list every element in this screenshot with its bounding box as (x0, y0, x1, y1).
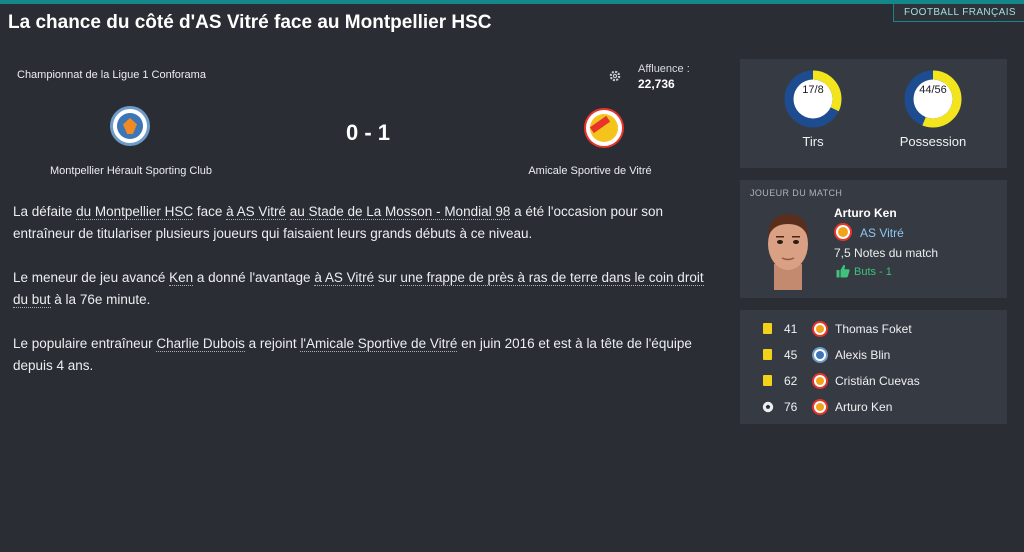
event-minute: 62 (784, 374, 798, 388)
event-player[interactable]: Alexis Blin (835, 348, 890, 362)
link-club[interactable]: l'Amicale Sportive de Vitré (300, 336, 458, 352)
section-tag[interactable]: FOOTBALL FRANÇAIS (892, 4, 1024, 22)
possession-value: 44/56 (919, 84, 947, 96)
text: La défaite (13, 204, 77, 219)
attendance-label: Affluence : (638, 63, 690, 75)
yellow-card-icon (763, 349, 772, 360)
rating-label: Notes du match (854, 246, 939, 260)
motm-title: JOUEUR DU MATCH (750, 188, 843, 198)
event-row[interactable]: 45 Alexis Blin (740, 344, 1007, 366)
event-row[interactable]: 62 Cristián Cuevas (740, 370, 1007, 392)
event-row[interactable]: 41 Thomas Foket (740, 318, 1007, 340)
home-team-name[interactable]: Montpellier Hérault Sporting Club (20, 165, 242, 177)
away-team-name[interactable]: Amicale Sportive de Vitré (500, 165, 680, 177)
report-paragraph: Le populaire entraîneur Charlie Dubois a… (13, 333, 719, 377)
shots-value: 17/8 (802, 84, 824, 96)
report-paragraph: Le meneur de jeu avancé Ken a donné l'av… (13, 267, 719, 311)
rating-value: 7,5 (834, 246, 851, 260)
home-team-crest-icon (812, 347, 828, 363)
text: Le meneur de jeu avancé (13, 270, 170, 285)
link-player-ken[interactable]: Ken (169, 270, 194, 286)
thumbs-up-icon (836, 264, 850, 278)
page-title: La chance du côté d'AS Vitré face au Mon… (8, 12, 492, 33)
text: Le populaire entraîneur (13, 336, 157, 351)
match-score: 0 - 1 (345, 120, 391, 145)
gear-icon[interactable] (609, 70, 621, 82)
top-accent-bar (0, 0, 1024, 4)
link-montpellier[interactable]: du Montpellier HSC (76, 204, 194, 220)
event-player[interactable]: Thomas Foket (835, 322, 912, 336)
away-team-crest-icon (812, 399, 828, 415)
event-minute: 76 (784, 400, 798, 414)
competition-name[interactable]: Championnat de la Ligue 1 Conforama (17, 69, 206, 81)
link-coach[interactable]: Charlie Dubois (156, 336, 245, 352)
report-paragraph: La défaite du Montpellier HSC face à AS … (13, 201, 719, 245)
event-minute: 45 (784, 348, 798, 362)
text: a rejoint (244, 336, 301, 351)
yellow-card-icon (763, 375, 772, 386)
player-rating: 7,5 Notes du match (834, 246, 938, 260)
shots-label: Tirs (802, 134, 824, 149)
player-name[interactable]: Arturo Ken (834, 206, 897, 220)
link-as-vitre[interactable]: à AS Vitré (226, 204, 286, 220)
attendance-value: 22,736 (638, 77, 675, 91)
player-avatar[interactable] (758, 206, 818, 290)
match-report: La défaite du Montpellier HSC face à AS … (13, 201, 719, 399)
away-team-crest-icon (812, 373, 828, 389)
link-stadium[interactable]: au Stade de La Mosson - Mondial 98 (289, 204, 511, 220)
club-crest-icon (834, 223, 852, 241)
football-icon (762, 401, 774, 413)
player-club-link[interactable]: AS Vitré (860, 226, 904, 240)
event-player[interactable]: Cristián Cuevas (835, 374, 920, 388)
yellow-card-icon (763, 323, 772, 334)
link-as-vitre[interactable]: à AS Vitré (314, 270, 375, 286)
event-player[interactable]: Arturo Ken (835, 400, 892, 414)
event-row[interactable]: 76 Arturo Ken (740, 396, 1007, 418)
text: à la 76e minute. (50, 292, 151, 307)
text: sur (374, 270, 401, 285)
home-team-crest[interactable] (110, 106, 150, 146)
text: face (193, 204, 227, 219)
away-team-crest-icon (812, 321, 828, 337)
shots-donut (784, 70, 842, 128)
possession-donut (904, 70, 962, 128)
match-events-panel: 41 Thomas Foket 45 Alexis Blin 62 Cristi… (740, 310, 1007, 424)
player-of-the-match-panel: JOUEUR DU MATCH Arturo Ken AS Vitré 7,5 … (740, 180, 1007, 298)
player-goals: Buts - 1 (854, 266, 892, 278)
text: a donné l'avantage (193, 270, 315, 285)
away-team-crest[interactable] (584, 108, 624, 148)
possession-label: Possession (899, 134, 967, 149)
event-minute: 41 (784, 322, 798, 336)
match-stats-panel: 17/8 Tirs 44/56 Possession (740, 59, 1007, 168)
